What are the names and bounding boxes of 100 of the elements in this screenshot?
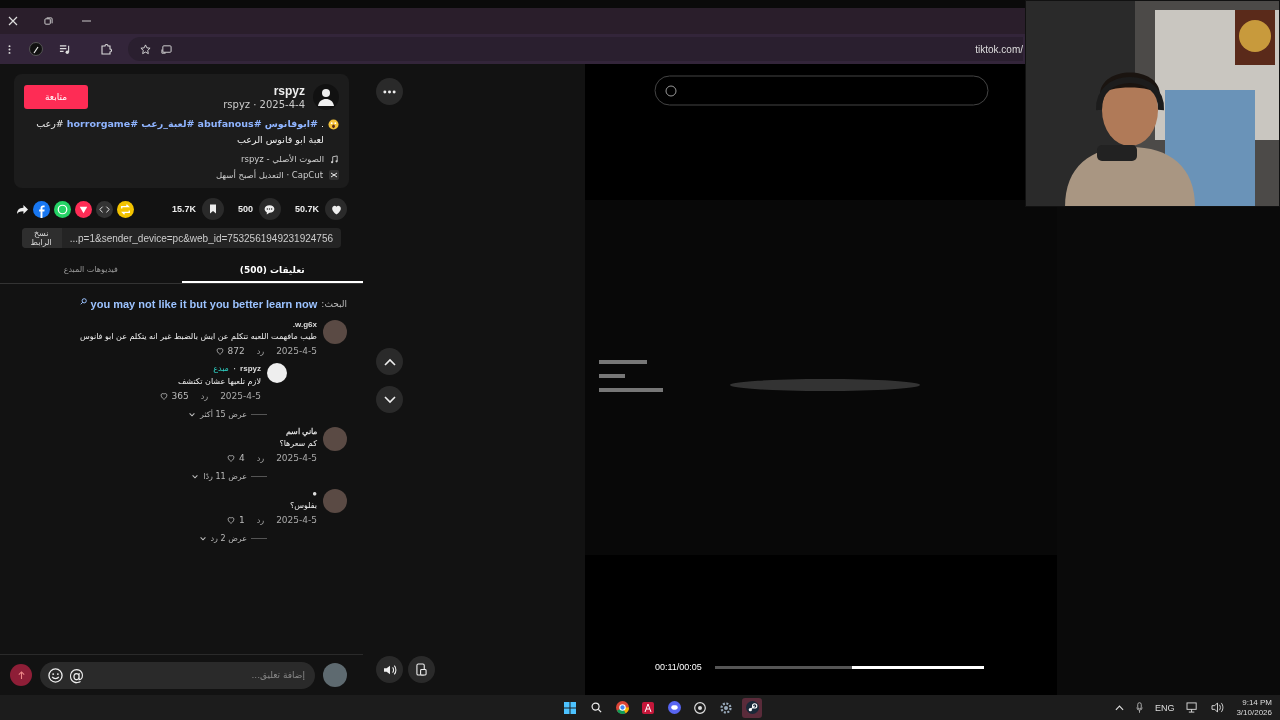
avatar[interactable] <box>267 363 287 383</box>
comment-date: 2025-4-5 <box>276 515 317 525</box>
heart-icon <box>225 515 236 525</box>
gear-icon <box>720 701 732 714</box>
hashtag-link[interactable]: #horrorgame <box>66 118 139 129</box>
next-button[interactable] <box>376 386 403 413</box>
author-name[interactable]: rspyz <box>223 84 305 98</box>
hashtag-link[interactable]: #لعبة_رعب <box>141 118 195 129</box>
comment-username[interactable]: rspyz <box>240 364 261 373</box>
comment-text: لازم تلعبها عشان تكتشف <box>177 377 261 386</box>
view-replies-link[interactable]: عرض 2 رد <box>198 534 267 543</box>
media-icon[interactable] <box>59 43 70 55</box>
emoji-icon <box>328 119 339 130</box>
video-time: 00:11/00:05 <box>655 662 702 672</box>
editor-label[interactable]: CapCut · التعديل أصبح أسهل <box>215 170 323 180</box>
menu-icon[interactable] <box>8 43 11 55</box>
steam-icon <box>745 701 759 714</box>
hashtag-link[interactable]: #ابوفانوس <box>264 118 318 129</box>
chevron-up-icon <box>383 357 396 366</box>
steam-button[interactable] <box>742 697 762 718</box>
search-icon <box>79 298 87 305</box>
comment-date: 2025-4-5 <box>220 391 261 401</box>
volume-icon[interactable] <box>1211 702 1225 713</box>
close-icon[interactable] <box>8 16 18 26</box>
heart-icon <box>214 346 225 356</box>
follow-button[interactable]: متابعة <box>24 85 88 109</box>
speaker-icon <box>382 663 397 676</box>
tab[interactable]: فيديوهات المبدع <box>0 258 182 283</box>
whatsapp-icon[interactable] <box>54 200 71 218</box>
more-button[interactable] <box>376 78 403 105</box>
like-count[interactable]: 1 <box>225 515 245 525</box>
profile-icon[interactable] <box>29 42 43 56</box>
chevron-up-icon[interactable] <box>1114 704 1124 711</box>
view-replies-link[interactable]: عرض 15 أكثر <box>188 410 267 419</box>
search-icon <box>590 702 602 713</box>
hashtag-link[interactable]: #abufanous <box>197 118 262 129</box>
restore-icon[interactable] <box>44 16 53 26</box>
mini-player-button[interactable] <box>408 656 435 683</box>
comment-username[interactable]: ماني اسم <box>285 427 317 436</box>
heart-icon <box>158 391 169 401</box>
mention-button[interactable]: @ <box>69 666 84 684</box>
clock[interactable]: 9:14 PM 3/10/2026 <box>1236 697 1272 718</box>
bookmark-count: 15.7K <box>171 204 196 214</box>
like-count: 50.7K <box>294 204 319 214</box>
browser-icon <box>615 701 629 714</box>
more-icon <box>383 89 396 94</box>
like-button[interactable] <box>325 198 347 220</box>
send-icon[interactable] <box>75 200 92 218</box>
comment-date: 2025-4-5 <box>276 346 317 356</box>
like-count[interactable]: 872 <box>214 346 245 356</box>
separator-text: · <box>232 363 237 374</box>
recorder-icon <box>694 701 706 714</box>
reply-link[interactable]: رد <box>200 391 209 401</box>
copy-link-button[interactable]: نسخ الرابط <box>22 228 62 248</box>
microphone-icon[interactable] <box>1135 702 1143 713</box>
address-field[interactable]: tiktok.com/ <box>128 37 1023 61</box>
comment-field[interactable]: إضافة تعليق... @ <box>40 661 315 689</box>
chat-app-icon <box>667 701 681 714</box>
avatar[interactable] <box>313 84 339 110</box>
post-meta: 2025-4-4 · rspyz <box>223 99 305 110</box>
view-replies-link[interactable]: عرض 11 ردًا <box>191 472 267 481</box>
chevron-down-icon <box>383 395 396 404</box>
comment-text: بفلوس؟ <box>288 501 317 510</box>
sound-link[interactable]: الصوت الأصلي - rspyz <box>240 154 324 164</box>
volume-button[interactable] <box>376 656 403 683</box>
reply-link[interactable]: رد <box>256 346 265 356</box>
like-count[interactable]: 4 <box>225 453 245 463</box>
search-query-link[interactable]: you may not like it but you better learn now <box>90 298 318 310</box>
chevron-down-icon <box>198 534 207 543</box>
progress-bar[interactable] <box>714 665 984 669</box>
search-label: البحث: <box>321 299 347 309</box>
comment-username[interactable]: w.g6x. <box>292 320 317 329</box>
reply-link[interactable]: رد <box>256 453 265 463</box>
facebook-icon[interactable] <box>33 200 50 218</box>
star-icon[interactable] <box>140 43 151 55</box>
start-icon <box>564 701 576 714</box>
like-count[interactable]: 365 <box>158 391 189 401</box>
comment-date: 2025-4-5 <box>276 453 317 463</box>
install-icon[interactable] <box>161 43 172 55</box>
music-note-icon <box>330 154 339 164</box>
extension-icon[interactable] <box>100 43 112 55</box>
capcut-icon <box>329 170 339 180</box>
chevron-down-icon <box>191 472 200 481</box>
reply-link[interactable]: رد <box>256 515 265 525</box>
previous-button[interactable] <box>376 348 403 375</box>
comment-icon <box>263 202 277 216</box>
app-icon <box>642 701 654 714</box>
bookmark-button[interactable] <box>201 198 224 220</box>
comment-username[interactable]: ● <box>312 489 317 498</box>
mini-player-icon <box>416 663 427 676</box>
repost-icon[interactable] <box>117 200 134 218</box>
avatar <box>323 663 347 687</box>
emoji-icon[interactable] <box>48 667 63 683</box>
language-indicator[interactable]: ENG <box>1154 702 1175 713</box>
comment-button[interactable] <box>258 198 281 220</box>
share-icon[interactable] <box>16 203 29 215</box>
embed-icon[interactable] <box>96 200 113 218</box>
send-button[interactable] <box>10 664 32 686</box>
chevron-down-icon <box>188 410 196 419</box>
network-icon[interactable] <box>1186 702 1200 713</box>
